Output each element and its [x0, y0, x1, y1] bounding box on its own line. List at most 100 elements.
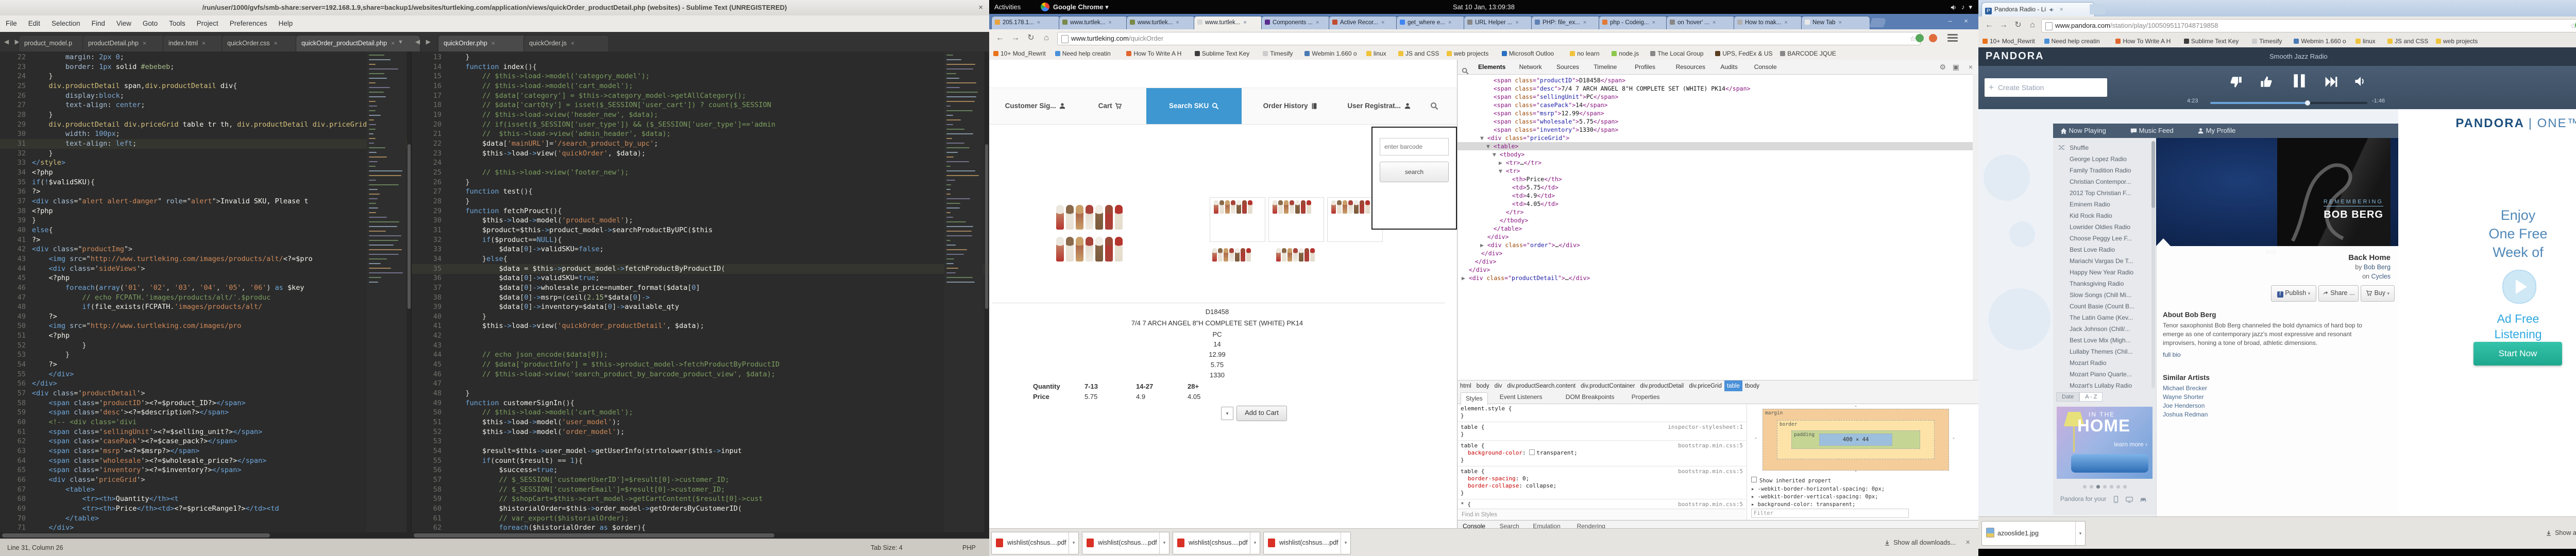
tree-node[interactable]: ▼ <div class="priceGrid"> [1458, 134, 1973, 142]
pause-button[interactable] [2291, 72, 2308, 90]
tree-node[interactable]: </div> [1458, 249, 1973, 257]
start-now-button[interactable]: Start Now [2473, 342, 2562, 366]
forward-button[interactable]: → [1997, 19, 2010, 31]
browser-tab[interactable]: get_where e...× [1396, 16, 1465, 30]
bookmark-item[interactable]: Sublime Text Key [2184, 35, 2239, 47]
bookmark-item[interactable]: 10+ Mod_Rewrit [993, 47, 1046, 60]
station-item[interactable]: Kid Rock Radio [2053, 210, 2156, 221]
rule-source-link[interactable]: bootstrap.min.css:5 [1678, 501, 1743, 508]
menu-preferences[interactable]: Preferences [224, 15, 273, 32]
tree-node[interactable]: </tr> [1458, 208, 1973, 216]
tab-close-icon[interactable]: × [1583, 20, 1586, 26]
tree-node[interactable]: <td>4.05</td> [1458, 200, 1973, 208]
buy-button[interactable]: Buy ▾ [2361, 285, 2395, 302]
track-artist-link[interactable]: Bob Berg [2364, 264, 2391, 271]
tree-node[interactable]: <span class="msrp">12.99</span> [1458, 109, 1973, 117]
full-bio-link[interactable]: full bio [2163, 351, 2181, 358]
download-item[interactable]: wishlist(cshsus....pdf▾ [1173, 532, 1260, 554]
menu-tools[interactable]: Tools [163, 15, 191, 32]
back-button[interactable]: ← [993, 32, 1007, 44]
devtools-tab-timeline[interactable]: Timeline [1594, 60, 1617, 74]
breadcrumb-item[interactable]: tbody [1742, 380, 1762, 392]
track-album-link[interactable]: Cycles [2371, 273, 2391, 280]
share-button[interactable]: Share ... [2318, 285, 2359, 302]
extension-icon[interactable] [1929, 34, 1937, 42]
bookmark-item[interactable]: How To Write A H [2115, 35, 2171, 47]
breadcrumb-item[interactable]: div.priceGrid [1686, 380, 1724, 392]
sort-tab-a-z[interactable]: A - Z [2079, 392, 2103, 402]
bookmark-item[interactable]: linux [2355, 35, 2376, 47]
tab-close-icon[interactable]: × [571, 40, 574, 47]
h-scrollbar-right[interactable] [412, 532, 989, 538]
file-tab[interactable]: quickOrder.css× [222, 35, 304, 52]
tab-close-icon[interactable]: × [202, 40, 206, 47]
v-scrollbar[interactable] [985, 51, 989, 532]
station-item[interactable]: 2012 Top Christian F... [2053, 187, 2156, 199]
browser-tab[interactable]: www.turtlek...× [1059, 16, 1128, 30]
menu-find[interactable]: Find [86, 15, 111, 32]
minimap[interactable] [944, 51, 984, 532]
nav-item-user-registrat-[interactable]: User Registrat... [1338, 88, 1420, 124]
tab-overflow-button[interactable]: ▼ [398, 39, 403, 45]
nav-search-icon[interactable] [1430, 101, 1438, 111]
breadcrumb-item[interactable]: div [1492, 380, 1505, 392]
back-button[interactable]: ← [1982, 19, 1996, 31]
rule-source-link[interactable]: inspector-stylesheet:1 [1668, 424, 1743, 431]
extension-icon[interactable] [1916, 34, 1924, 42]
devtools-close-icon[interactable]: × [1969, 60, 1973, 74]
download-item[interactable]: wishlist(cshsus....pdf▾ [1082, 532, 1170, 554]
browser-tab[interactable]: New Tab× [1801, 16, 1870, 30]
tree-node[interactable]: ▼ <tbody> [1458, 150, 1973, 159]
bookmark-item[interactable]: Microsoft Outloo [1502, 47, 1554, 60]
volume-button[interactable] [2354, 75, 2367, 88]
file-tab[interactable]: product_model.p [19, 35, 91, 52]
h-scrollbar-left[interactable] [0, 532, 411, 538]
breadcrumb-item[interactable]: div.productDetail [1637, 380, 1686, 392]
tree-node[interactable]: </table> [1458, 224, 1973, 233]
elements-tree[interactable]: <span class="productID">D18458</span> <s… [1458, 74, 1973, 380]
browser-tab[interactable]: on 'hover' ...× [1666, 16, 1735, 30]
window-controls[interactable]: – × [1948, 17, 1973, 25]
computed-property[interactable]: ▸ background-color: transparent; [1751, 501, 1855, 508]
show-inherited-checkbox[interactable]: Show inherited propert [1751, 477, 1831, 484]
bookmark-item[interactable]: UPS, FedEx & US [1715, 47, 1772, 60]
style-rule[interactable]: bootstrap.min.css:5* {-webkit-box-sizing… [1458, 499, 1746, 509]
home-button[interactable]: ⌂ [2026, 19, 2039, 31]
drag-handle[interactable]: :::::: [2266, 249, 2277, 254]
similar-artist-link[interactable]: Wayne Shorter [2163, 393, 2208, 402]
bookmark-item[interactable]: BARCODE JQUE [1780, 47, 1836, 60]
download-caret[interactable]: ▾ [2075, 522, 2085, 545]
breadcrumb-item[interactable]: html [1458, 380, 1474, 392]
styles-pane[interactable]: element.style {}inspector-stylesheet:1ta… [1458, 404, 1746, 509]
station-item[interactable]: Mariachi Vargas De T... [2053, 255, 2156, 267]
side-view-cell[interactable] [1268, 197, 1324, 242]
style-rule[interactable]: inspector-stylesheet:1table {} [1458, 422, 1746, 441]
tree-node[interactable]: </div> [1458, 266, 1973, 274]
station-scrollbar[interactable] [2151, 141, 2155, 388]
address-bar[interactable]: www.pandora.com/station/play/10050951170… [2041, 19, 2576, 32]
tree-node[interactable]: ▼ <tr> [1458, 167, 1973, 175]
tab-close-icon[interactable]: × [1176, 20, 1179, 26]
tree-node[interactable]: <span class="sellingUnit">PC</span> [1458, 93, 1973, 101]
show-all-downloads[interactable]: Show all downloads... [1884, 529, 1956, 556]
station-item[interactable]: Mozart Piano Quarte... [2053, 369, 2156, 380]
tab-size-indicator[interactable]: Tab Size: 4 [871, 539, 903, 556]
tree-node[interactable]: <th>Price</th> [1458, 175, 1973, 183]
find-in-styles[interactable]: Find in Styles [1458, 509, 1746, 520]
station-item[interactable]: Jack Johnson (Chill/... [2053, 323, 2156, 335]
station-item[interactable]: Best Love Mix (Migh... [2053, 335, 2156, 346]
tab-close-icon[interactable]: × [391, 40, 395, 47]
similar-artist-link[interactable]: Joshua Redman [2163, 410, 2208, 419]
tree-node[interactable]: <span class="productID">D18458</span> [1458, 76, 1973, 84]
v-scroll-thumb[interactable] [985, 144, 988, 309]
style-property[interactable]: border-spacing: 0; [1461, 475, 1743, 482]
bookmark-item[interactable]: Need help creatin [1055, 47, 1111, 60]
tab-close-icon[interactable]: × [1243, 20, 1246, 26]
tree-node[interactable]: <span class="inventory">1330</span> [1458, 126, 1973, 134]
menu-goto[interactable]: Goto [137, 15, 163, 32]
bookmark-item[interactable]: web projects [1447, 47, 1488, 60]
nav-now-playing[interactable]: Now Playing [2060, 124, 2106, 138]
system-tray[interactable]: ♪▾ [1951, 0, 1972, 14]
nav-item-order-history[interactable]: Order History [1252, 88, 1329, 124]
download-item[interactable]: wishlist(cshsus....pdf▾ [1263, 532, 1351, 554]
